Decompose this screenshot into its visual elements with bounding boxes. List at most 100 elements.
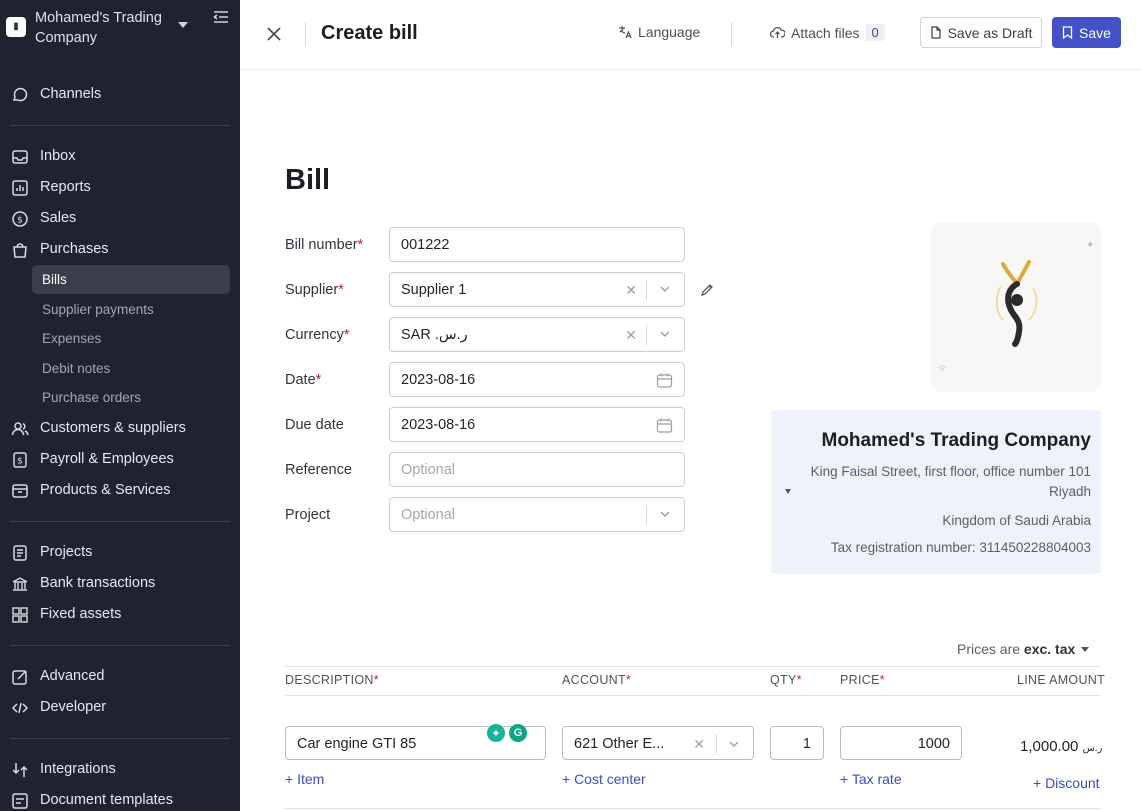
document-icon bbox=[930, 26, 941, 39]
label-text: Currency bbox=[285, 327, 344, 343]
close-icon[interactable] bbox=[266, 26, 282, 42]
clear-icon[interactable]: ✕ bbox=[625, 282, 637, 299]
attach-count-badge: 0 bbox=[865, 24, 885, 41]
company-logo-image[interactable]: ✦ ✧ bbox=[931, 222, 1101, 392]
sidebar-item-label: Debit notes bbox=[42, 361, 111, 376]
page-title: Create bill bbox=[321, 22, 418, 44]
divider bbox=[646, 280, 647, 300]
calendar-icon[interactable] bbox=[656, 372, 673, 389]
chevron-down-icon[interactable] bbox=[660, 329, 670, 339]
sidebar-item-sales[interactable]: $ Sales bbox=[0, 206, 240, 232]
supplier-value: Supplier 1 bbox=[401, 282, 467, 298]
company-card-name: Mohamed's Trading Company bbox=[821, 430, 1092, 451]
divider bbox=[285, 808, 1101, 809]
required-mark: * bbox=[625, 673, 632, 687]
collapse-sidebar-icon[interactable] bbox=[213, 10, 229, 24]
column-header-account: ACCOUNT* bbox=[562, 673, 631, 687]
reference-input[interactable]: Optional bbox=[389, 452, 685, 487]
add-discount-link[interactable]: + Discount bbox=[1033, 775, 1100, 791]
currency-symbol: ر.س bbox=[1082, 743, 1103, 754]
grammarly-icon[interactable]: G bbox=[509, 724, 527, 742]
company-name: Mohamed's Trading Company bbox=[35, 10, 162, 46]
prices-mode: exc. tax bbox=[1023, 641, 1076, 657]
calendar-icon[interactable] bbox=[656, 417, 673, 434]
chevron-down-icon[interactable] bbox=[729, 739, 739, 749]
sidebar-item-developer[interactable]: Developer bbox=[0, 695, 240, 721]
code-icon bbox=[11, 702, 29, 714]
sidebar-item-document-templates[interactable]: Document templates bbox=[0, 788, 240, 811]
sidebar-item-expenses[interactable]: Expenses bbox=[32, 324, 230, 353]
edit-pencil-icon[interactable] bbox=[700, 283, 714, 297]
divider bbox=[646, 505, 647, 525]
company-address-card: Mohamed's Trading Company King Faisal St… bbox=[771, 410, 1101, 574]
quantity-value: 1 bbox=[802, 736, 811, 752]
bill-number-field[interactable]: 001222 bbox=[389, 227, 685, 262]
divider bbox=[285, 666, 1101, 667]
header-text: PRICE bbox=[840, 673, 880, 687]
sidebar-item-label: Developer bbox=[40, 699, 107, 715]
quantity-input[interactable]: 1 bbox=[770, 726, 824, 760]
sidebar-item-purchase-orders[interactable]: Purchase orders bbox=[32, 383, 230, 412]
add-item-link[interactable]: + Item bbox=[285, 771, 324, 787]
add-cost-center-link[interactable]: + Cost center bbox=[562, 771, 646, 787]
sidebar-item-reports[interactable]: Reports bbox=[0, 175, 240, 201]
sidebar-item-channels[interactable]: Channels bbox=[0, 82, 240, 108]
sidebar-item-projects[interactable]: Projects bbox=[0, 540, 240, 566]
prices-tax-mode-toggle[interactable]: Prices are exc. tax bbox=[957, 641, 1075, 657]
sidebar-item-advanced[interactable]: Advanced bbox=[0, 664, 240, 690]
sidebar-item-label: Projects bbox=[40, 544, 93, 560]
label-text: Bill number bbox=[285, 237, 358, 253]
sidebar-item-debit-notes[interactable]: Debit notes bbox=[32, 354, 230, 383]
required-mark: * bbox=[796, 673, 802, 687]
company-switcher[interactable]: ▮ Mohamed's Trading Company bbox=[0, 0, 240, 60]
inbox-icon bbox=[12, 150, 28, 164]
calligraphy-logo-icon: ✦ ✧ bbox=[937, 240, 1094, 375]
chevron-down-icon[interactable] bbox=[660, 509, 670, 519]
project-label: Project bbox=[285, 507, 331, 523]
sidebar: ▮ Mohamed's Trading Company Channels Inb… bbox=[0, 0, 240, 811]
sidebar-item-fixed-assets[interactable]: Fixed assets bbox=[0, 602, 240, 628]
sidebar-item-customers-suppliers[interactable]: Customers & suppliers bbox=[0, 416, 240, 442]
chevron-down-icon[interactable] bbox=[178, 22, 188, 28]
sidebar-item-supplier-payments[interactable]: Supplier payments bbox=[32, 295, 230, 324]
save-as-draft-button[interactable]: Save as Draft bbox=[920, 17, 1042, 48]
sidebar-item-label: Document templates bbox=[40, 792, 173, 808]
description-value: Car engine GTI 85 bbox=[297, 736, 417, 752]
sidebar-item-products[interactable]: Products & Services bbox=[0, 478, 240, 504]
account-select[interactable]: 621 Other E... ✕ bbox=[562, 726, 754, 760]
attach-files-button[interactable]: Attach files 0 bbox=[770, 24, 885, 41]
bulb-icon[interactable]: ✦ bbox=[487, 724, 505, 742]
sidebar-item-inbox[interactable]: Inbox bbox=[0, 144, 240, 170]
price-input[interactable]: 1000 bbox=[840, 726, 962, 760]
divider bbox=[10, 521, 230, 522]
header-text: DESCRIPTION bbox=[285, 673, 374, 687]
sidebar-item-label: Fixed assets bbox=[40, 606, 122, 622]
clear-icon[interactable]: ✕ bbox=[693, 736, 705, 753]
reference-placeholder: Optional bbox=[401, 462, 456, 478]
sidebar-item-payroll[interactable]: $ Payroll & Employees bbox=[0, 447, 240, 473]
chevron-down-icon[interactable] bbox=[660, 284, 670, 294]
sidebar-item-label: Bank transactions bbox=[40, 575, 156, 591]
due-date-field[interactable]: 2023-08-16 bbox=[389, 407, 685, 442]
svg-text:✦: ✦ bbox=[1086, 240, 1094, 251]
language-button[interactable]: Language bbox=[618, 24, 700, 40]
caret-down-icon[interactable] bbox=[785, 489, 791, 494]
cloud-upload-icon bbox=[770, 27, 785, 38]
users-icon bbox=[11, 422, 29, 436]
currency-select[interactable]: SAR .ر.س ✕ bbox=[389, 317, 685, 352]
sidebar-item-bank-transactions[interactable]: Bank transactions bbox=[0, 571, 240, 597]
reference-label: Reference bbox=[285, 462, 352, 478]
date-field[interactable]: 2023-08-16 bbox=[389, 362, 685, 397]
add-tax-rate-link[interactable]: + Tax rate bbox=[840, 771, 902, 787]
sidebar-item-integrations[interactable]: Integrations bbox=[0, 757, 240, 783]
supplier-select[interactable]: Supplier 1 ✕ bbox=[389, 272, 685, 307]
sidebar-item-bills[interactable]: Bills bbox=[32, 265, 230, 294]
required-mark: * bbox=[343, 327, 350, 343]
sidebar-item-purchases[interactable]: Purchases bbox=[0, 237, 240, 263]
currency-value: SAR .ر.س bbox=[401, 327, 468, 343]
project-select[interactable]: Optional bbox=[389, 497, 685, 532]
clear-icon[interactable]: ✕ bbox=[625, 327, 637, 344]
save-button[interactable]: Save bbox=[1052, 17, 1121, 48]
attach-files-label: Attach files bbox=[791, 24, 860, 41]
caret-down-icon[interactable] bbox=[1081, 647, 1089, 652]
